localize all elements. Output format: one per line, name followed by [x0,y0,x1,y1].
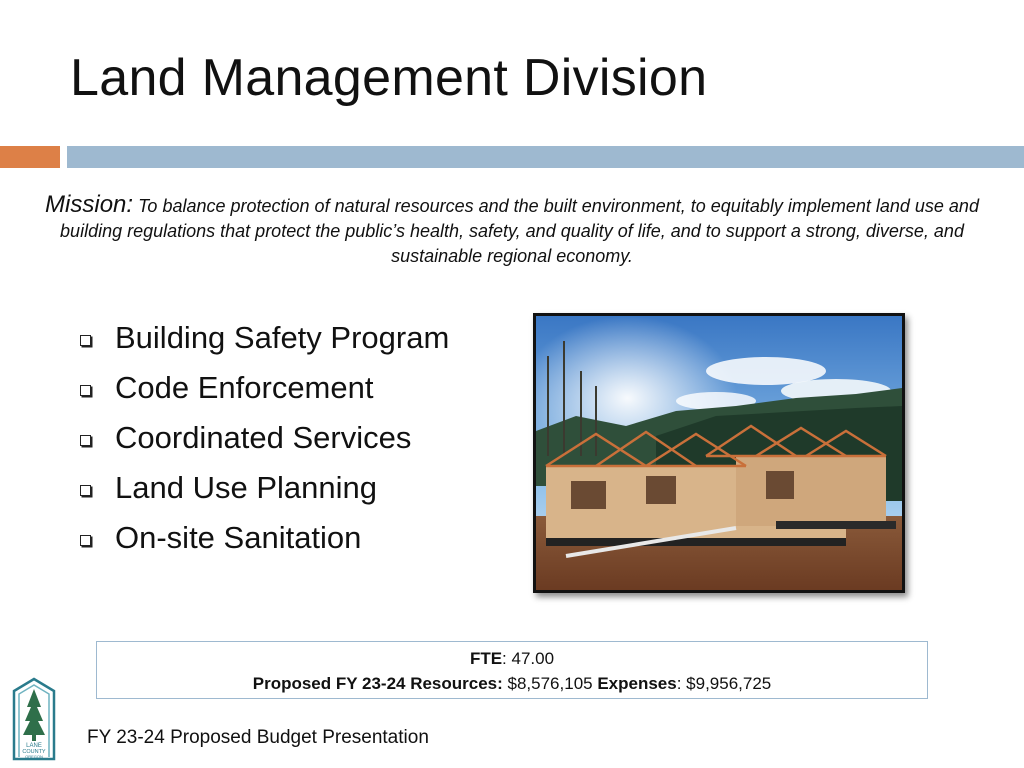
program-label: Code Enforcement [115,370,374,405]
list-item: On-site Sanitation [80,513,449,563]
program-label: On-site Sanitation [115,520,362,555]
list-item: Building Safety Program [80,313,449,363]
accent-bar-blue [67,146,1024,168]
fte-label: FTE [469,649,503,668]
budget-summary: FTE: 47.00 Proposed FY 23-24 Resources: … [96,641,928,699]
checkbox-bullet-icon [80,384,91,396]
expenses-label: Expenses [597,674,677,693]
resources-label: Proposed FY 23-24 Resources: [252,674,503,693]
program-label: Building Safety Program [115,320,450,355]
budget-line: Proposed FY 23-24 Resources: $8,576,105 … [97,671,927,696]
resources-value: $8,576,105 [502,674,598,693]
footer-text: FY 23-24 Proposed Budget Presentation [87,727,429,748]
mission-text: To balance protection of natural resourc… [60,196,979,266]
mission-label: Mission: [45,191,134,218]
checkbox-bullet-icon [80,334,91,346]
logo-line-3: OREGON [25,754,43,759]
checkbox-bullet-icon [80,534,91,546]
construction-photo [533,313,905,593]
list-item: Coordinated Services [80,413,449,463]
checkbox-bullet-icon [80,434,91,446]
list-item: Code Enforcement [80,363,449,413]
fte-value: : 47.00 [502,649,555,668]
mission-statement: Mission: To balance protection of natura… [20,192,1004,269]
accent-bar-orange [0,146,60,168]
list-item: Land Use Planning [80,463,449,513]
checkbox-bullet-icon [80,484,91,496]
lane-county-logo: LANE COUNTY OREGON [10,677,58,761]
expenses-value: : $9,956,725 [676,674,772,693]
fte-line: FTE: 47.00 [97,646,927,671]
program-label: Coordinated Services [115,420,412,455]
program-list: Building Safety Program Code Enforcement… [80,313,449,563]
program-label: Land Use Planning [115,470,377,505]
slide-title: Land Management Division [70,49,708,107]
